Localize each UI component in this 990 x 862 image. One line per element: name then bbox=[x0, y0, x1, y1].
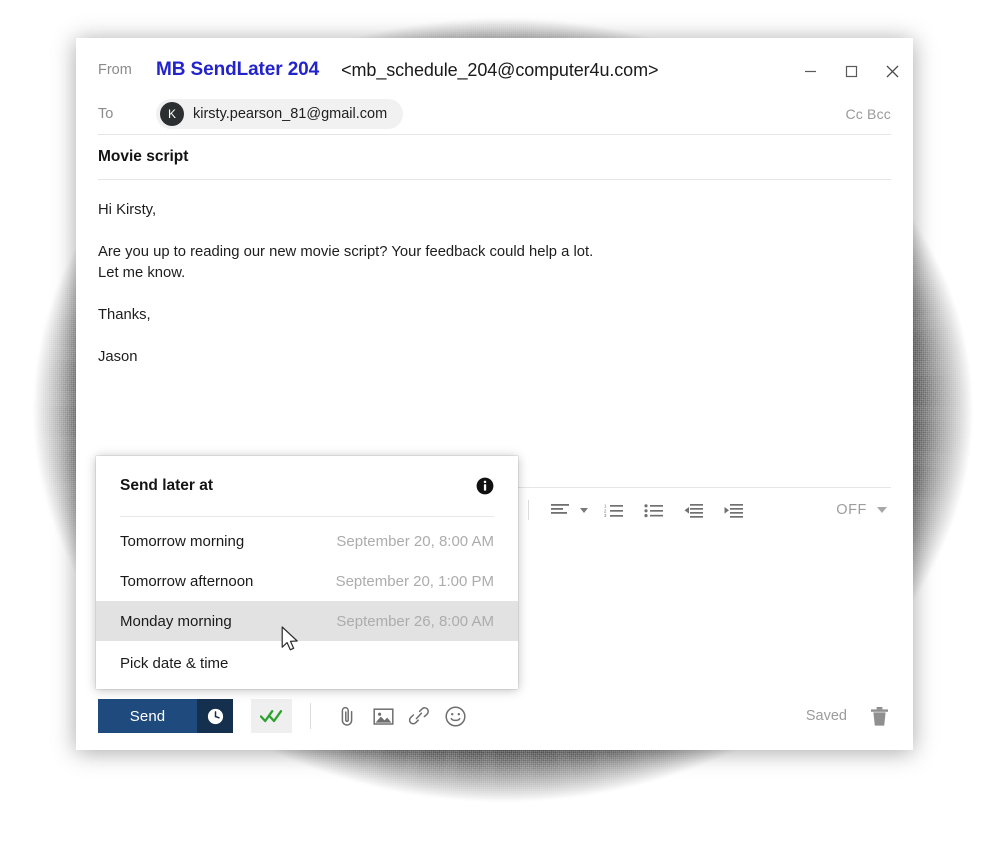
from-label: From bbox=[98, 62, 132, 78]
increase-indent-icon bbox=[724, 503, 743, 518]
numbered-list-icon: 1 2 3 bbox=[604, 503, 623, 518]
recipient-chip[interactable]: K kirsty.pearson_81@gmail.com bbox=[156, 99, 404, 129]
attach-file-button[interactable] bbox=[329, 700, 365, 732]
send-later-dropdown: Send later at Tomorrow morning September… bbox=[96, 456, 518, 689]
body-line: Hi Kirsty, bbox=[98, 202, 157, 218]
subject-text: Movie script bbox=[98, 148, 189, 165]
menu-item-date: September 20, 1:00 PM bbox=[335, 572, 494, 590]
body-line-blank bbox=[98, 221, 891, 242]
menu-item-monday-morning[interactable]: Monday morning September 26, 8:00 AM bbox=[96, 601, 518, 641]
info-icon[interactable] bbox=[476, 477, 494, 495]
menu-item-date: September 20, 8:00 AM bbox=[336, 532, 494, 550]
insert-link-button[interactable] bbox=[401, 700, 437, 732]
menu-item-tomorrow-afternoon[interactable]: Tomorrow afternoon September 20, 1:00 PM bbox=[96, 561, 518, 601]
avatar: K bbox=[160, 102, 184, 126]
body-line-blank bbox=[98, 284, 891, 305]
maximize-window-button[interactable] bbox=[836, 58, 866, 84]
bulleted-list-button[interactable] bbox=[636, 495, 670, 525]
minimize-window-button[interactable] bbox=[795, 58, 825, 84]
toolbar-separator bbox=[528, 500, 529, 520]
menu-item-label: Tomorrow afternoon bbox=[120, 572, 254, 590]
insert-emoji-button[interactable] bbox=[437, 700, 473, 732]
minimize-icon bbox=[804, 70, 816, 72]
saved-label: Saved bbox=[805, 708, 847, 724]
paperclip-icon bbox=[341, 706, 352, 726]
decrease-indent-icon bbox=[684, 503, 703, 518]
menu-item-label: Tomorrow morning bbox=[120, 532, 245, 550]
send-button-group: Send bbox=[98, 699, 233, 733]
send-button[interactable]: Send bbox=[98, 699, 197, 733]
read-receipt-tracking-button[interactable] bbox=[251, 699, 292, 733]
align-text-button[interactable] bbox=[543, 495, 577, 525]
svg-text:3: 3 bbox=[604, 513, 607, 518]
delete-draft-button[interactable] bbox=[867, 704, 891, 728]
close-icon bbox=[886, 65, 898, 77]
decrease-indent-button[interactable] bbox=[676, 495, 710, 525]
from-email-address: <mb_schedule_204@computer4u.com> bbox=[341, 59, 659, 80]
compose-action-bar: Send Saved bbox=[76, 682, 913, 750]
menu-item-label: Pick date & time bbox=[120, 654, 229, 672]
body-line: Thanks, bbox=[98, 307, 151, 323]
menu-item-tomorrow-morning[interactable]: Tomorrow morning September 20, 8:00 AM bbox=[96, 521, 518, 561]
body-line: Jason bbox=[98, 349, 138, 365]
saved-status-group: Saved bbox=[806, 704, 891, 728]
body-line-blank bbox=[98, 326, 891, 347]
insert-image-button[interactable] bbox=[365, 700, 401, 732]
menu-item-pick-date-time[interactable]: Pick date & time bbox=[96, 643, 518, 683]
image-icon bbox=[372, 707, 394, 725]
send-later-header: Send later at bbox=[96, 456, 518, 516]
bulleted-list-icon bbox=[643, 503, 663, 517]
link-icon bbox=[408, 706, 429, 725]
maximize-icon bbox=[845, 65, 857, 77]
from-field-row[interactable]: From MB SendLater 204 <mb_schedule_204@c… bbox=[76, 50, 913, 90]
increase-indent-button[interactable] bbox=[716, 495, 750, 525]
body-line: Let me know. bbox=[98, 265, 186, 281]
action-bar-separator bbox=[310, 703, 311, 729]
trash-icon bbox=[870, 706, 888, 726]
recipient-email: kirsty.pearson_81@gmail.com bbox=[193, 106, 388, 122]
to-field-row[interactable]: To K kirsty.pearson_81@gmail.com Cc Bcc bbox=[76, 94, 913, 134]
double-check-icon bbox=[259, 710, 282, 723]
body-line: Are you up to reading our new movie scri… bbox=[98, 244, 594, 260]
menu-item-date: September 26, 8:00 AM bbox=[336, 612, 494, 630]
schedule-send-button[interactable] bbox=[197, 699, 233, 733]
chevron-down-icon[interactable] bbox=[580, 507, 588, 513]
from-display-name[interactable]: MB SendLater 204 bbox=[156, 59, 319, 81]
clock-icon bbox=[207, 708, 223, 724]
send-later-options-list: Tomorrow morning September 20, 8:00 AM T… bbox=[96, 517, 518, 689]
info-icon-glyph bbox=[476, 477, 494, 495]
text-align-left-icon bbox=[551, 504, 569, 514]
cc-bcc-toggle[interactable]: Cc Bcc bbox=[845, 106, 891, 122]
menu-item-label: Monday morning bbox=[120, 612, 232, 630]
off-label: OFF bbox=[836, 502, 867, 518]
close-window-button[interactable] bbox=[877, 58, 907, 84]
chevron-down-icon bbox=[877, 507, 887, 513]
numbered-list-button[interactable]: 1 2 3 bbox=[596, 495, 630, 525]
send-later-title: Send later at bbox=[120, 477, 214, 494]
emoji-smiley-icon bbox=[444, 705, 466, 727]
to-label: To bbox=[98, 106, 114, 122]
subject-field-row[interactable]: Movie script bbox=[76, 135, 913, 179]
tracking-off-dropdown[interactable]: OFF bbox=[836, 502, 891, 518]
